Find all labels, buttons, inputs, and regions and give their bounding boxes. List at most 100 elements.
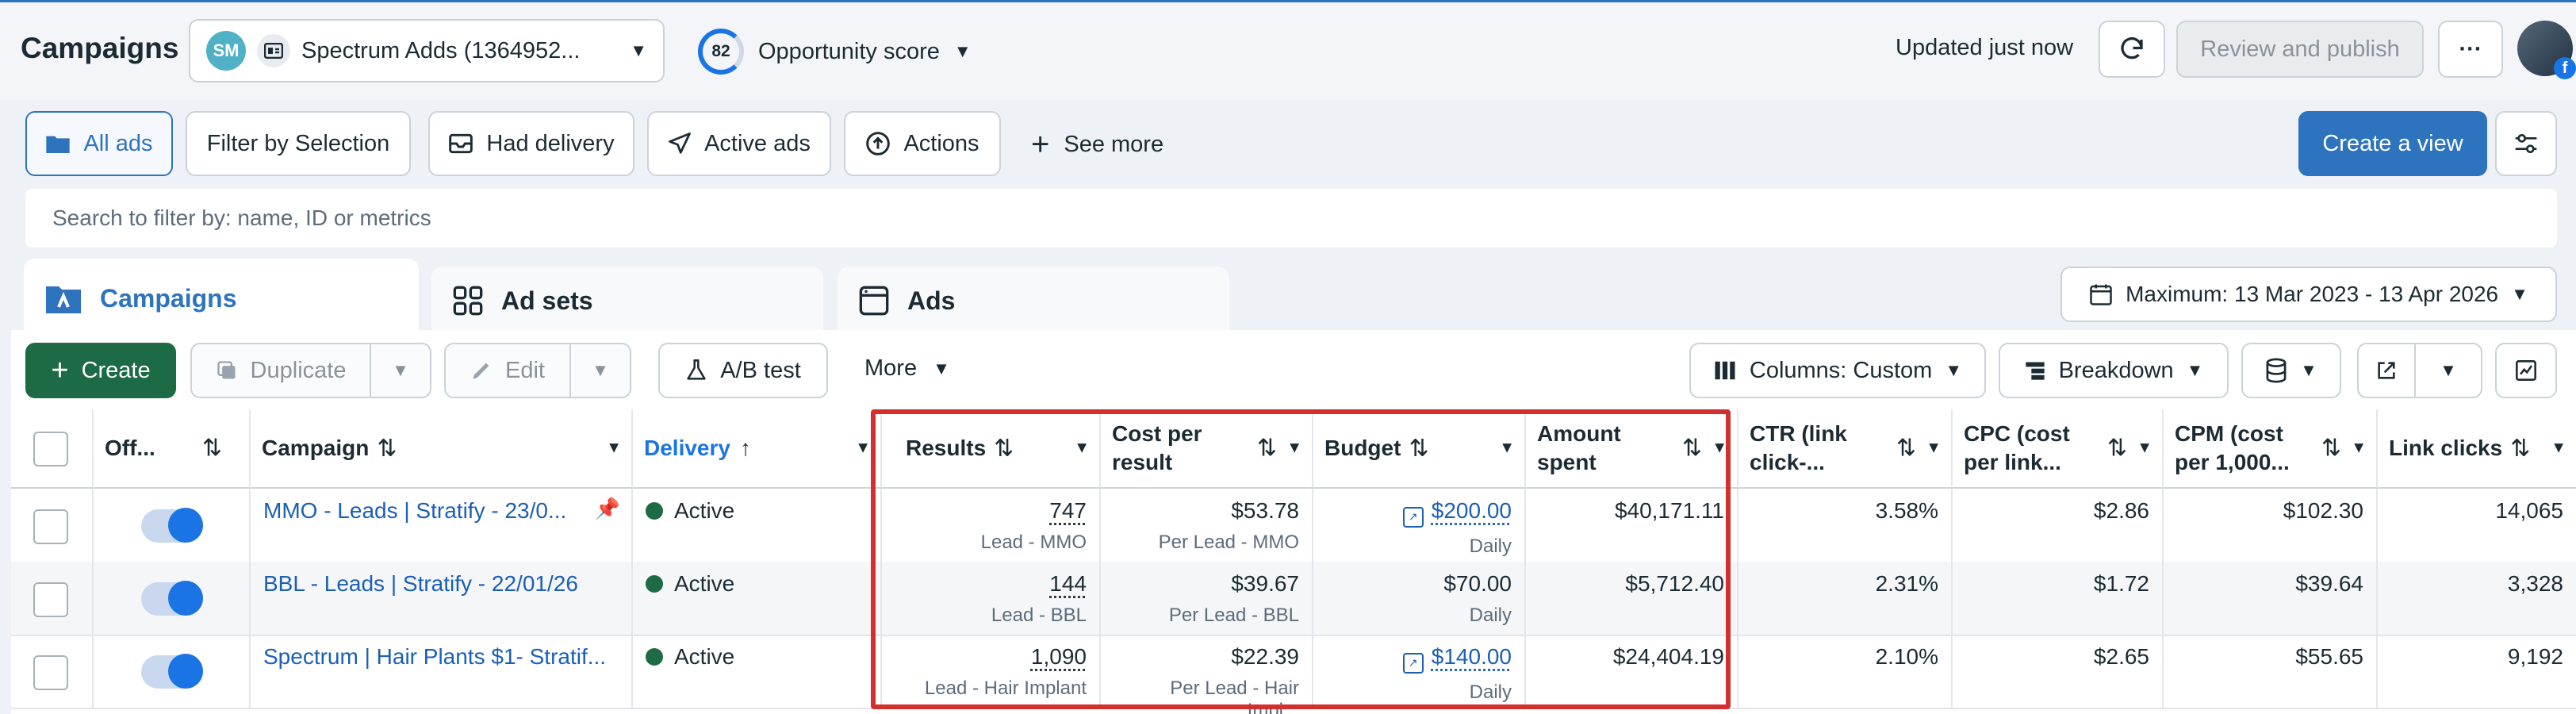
opportunity-label: Opportunity score <box>758 38 940 64</box>
sort-icon[interactable]: ⇅ <box>1409 435 1428 463</box>
filter-by-selection-button[interactable]: Filter by Selection <box>186 111 411 176</box>
column-header-budget[interactable]: Budget ⇅ ▼ <box>1313 409 1526 489</box>
select-all-header <box>11 409 94 489</box>
chevron-down-icon[interactable]: ▼ <box>1074 440 1090 458</box>
score-ring-icon: 82 <box>698 29 744 75</box>
pin-icon[interactable]: 📌 <box>595 497 620 521</box>
chevron-down-icon[interactable]: ▼ <box>855 440 871 458</box>
table-row[interactable]: BBL - Leads | Stratify - 22/01/26 Active… <box>11 562 2576 636</box>
delivery-cell: Active <box>633 562 882 635</box>
campaign-link[interactable]: Spectrum | Hair Plants $1- Stratif... <box>263 644 606 669</box>
budget-link[interactable]: $140.00 <box>1432 644 1512 669</box>
actions-filter[interactable]: Actions <box>844 111 1001 176</box>
opportunity-score[interactable]: 82 Opportunity score ▼ <box>698 24 983 79</box>
tab-campaigns[interactable]: Campaigns <box>24 259 419 338</box>
date-range-picker[interactable]: Maximum: 13 Mar 2023 - 13 Apr 2026 ▼ <box>2060 267 2557 322</box>
export-button[interactable] <box>2357 343 2416 398</box>
page-title: Campaigns <box>21 32 179 64</box>
columns-icon <box>1715 361 1735 380</box>
chevron-down-icon[interactable]: ▼ <box>2137 440 2152 458</box>
select-all-checkbox[interactable] <box>33 432 68 466</box>
sort-icon[interactable]: ⇅ <box>1682 435 1702 463</box>
row-select-cell <box>11 635 94 708</box>
chevron-down-icon[interactable]: ▼ <box>1712 440 1727 458</box>
pencil-icon <box>473 363 489 379</box>
sort-icon[interactable]: ⇅ <box>377 435 397 463</box>
more-menu-button[interactable]: More ▼ <box>864 355 950 382</box>
chevron-down-icon[interactable]: ▼ <box>2351 440 2367 458</box>
duplicate-button[interactable]: Duplicate <box>190 343 371 398</box>
more-options-button[interactable]: ··· <box>2438 21 2503 78</box>
profile-avatar[interactable]: f <box>2517 21 2576 79</box>
chevron-down-icon: ▼ <box>392 360 409 380</box>
column-header-delivery[interactable]: Delivery ↑ ▼ <box>633 409 882 489</box>
sort-icon[interactable]: ⇅ <box>1257 435 1277 463</box>
review-publish-button[interactable]: Review and publish <box>2176 21 2424 78</box>
all-ads-filter[interactable]: All ads <box>25 111 173 176</box>
chevron-down-icon[interactable]: ▼ <box>1926 440 1942 458</box>
chevron-down-icon[interactable]: ▼ <box>2551 440 2566 458</box>
account-selector[interactable]: SM Spectrum Adds (1364952... ▼ <box>189 19 665 83</box>
sort-icon[interactable]: ⇅ <box>2321 435 2341 463</box>
table-row[interactable]: Spectrum | Hair Plants $1- Stratif... Ac… <box>11 635 2576 714</box>
campaign-toggle[interactable] <box>141 508 203 543</box>
sort-icon[interactable]: ⇅ <box>2510 435 2530 463</box>
budget-link[interactable]: $200.00 <box>1432 498 1512 523</box>
create-view-button[interactable]: Create a view <box>2298 111 2487 176</box>
campaign-link[interactable]: MMO - Leads | Stratify - 23/0... <box>263 498 566 523</box>
sort-ascending-icon[interactable]: ↑ <box>740 436 751 461</box>
campaign-toggle[interactable] <box>141 654 203 689</box>
campaign-name-cell: BBL - Leads | Stratify - 22/01/26 <box>251 562 633 635</box>
duplicate-icon <box>217 361 236 379</box>
sort-icon[interactable]: ⇅ <box>1896 435 1916 463</box>
campaign-link[interactable]: BBL - Leads | Stratify - 22/01/26 <box>263 571 578 596</box>
breakdown-button[interactable]: Breakdown ▼ <box>1999 343 2229 398</box>
edit-dropdown[interactable]: ▼ <box>569 343 631 398</box>
column-header-cpc[interactable]: CPC (cost per link... ⇅ ▼ <box>1953 409 2164 489</box>
column-header-ctr[interactable]: CTR (link click-... ⇅ ▼ <box>1738 409 1953 489</box>
breakdown-icon <box>2025 362 2045 380</box>
tab-ads[interactable]: Ads <box>838 267 1229 335</box>
reports-button[interactable]: ▼ <box>2241 343 2341 398</box>
chevron-down-icon[interactable]: ▼ <box>606 440 622 458</box>
column-header-amount-spent[interactable]: Amount spent ⇅ ▼ <box>1526 409 1738 489</box>
see-more-button[interactable]: + See more <box>1031 127 1163 162</box>
column-header-cpm[interactable]: CPM (cost per 1,000... ⇅ ▼ <box>2164 409 2378 489</box>
had-delivery-filter[interactable]: Had delivery <box>428 111 634 176</box>
duplicate-dropdown[interactable]: ▼ <box>370 343 431 398</box>
chevron-down-icon[interactable]: ▼ <box>1286 440 1302 458</box>
view-charts-button[interactable] <box>2495 343 2557 398</box>
edit-button[interactable]: Edit <box>444 343 571 398</box>
chevron-down-icon[interactable]: ▼ <box>1499 440 1515 458</box>
column-header-campaign[interactable]: Campaign ⇅ ▼ <box>251 409 633 489</box>
column-header-results[interactable]: Results ⇅ ▼ <box>882 409 1101 489</box>
ab-test-button[interactable]: A/B test <box>658 343 828 398</box>
export-dropdown[interactable]: ▼ <box>2414 343 2482 398</box>
flask-icon <box>687 359 706 380</box>
results-cell: 747 Lead - MMO <box>882 489 1101 562</box>
search-input[interactable]: Search to filter by: name, ID or metrics <box>25 189 2557 248</box>
columns-button[interactable]: Columns: Custom ▼ <box>1689 343 1986 398</box>
column-header-link-clicks[interactable]: Link clicks ⇅ ▼ <box>2378 409 2576 489</box>
tab-ad-sets[interactable]: Ad sets <box>431 267 823 335</box>
cpc-cell: $2.86 <box>1953 489 2164 562</box>
active-dot-icon <box>646 502 663 520</box>
column-header-off[interactable]: Off... ⇅ <box>94 409 251 489</box>
sort-icon[interactable]: ⇅ <box>2107 435 2127 463</box>
table-row[interactable]: MMO - Leads | Stratify - 23/0... 📌 Activ… <box>11 489 2576 563</box>
campaign-toggle[interactable] <box>141 581 203 616</box>
row-checkbox[interactable] <box>33 582 68 617</box>
sort-icon[interactable]: ⇅ <box>202 435 222 463</box>
refresh-button[interactable] <box>2099 21 2165 78</box>
ctr-cell: 2.10% <box>1738 635 1953 708</box>
chevron-down-icon: ▼ <box>933 358 950 378</box>
active-ads-filter[interactable]: Active ads <box>647 111 831 176</box>
column-header-cost-per-result[interactable]: Cost per result ⇅ ▼ <box>1101 409 1313 489</box>
sort-icon[interactable]: ⇅ <box>994 435 1014 463</box>
view-settings-button[interactable] <box>2495 111 2557 176</box>
row-checkbox[interactable] <box>33 509 68 544</box>
create-button[interactable]: + Create <box>25 343 176 398</box>
row-checkbox[interactable] <box>33 655 68 690</box>
amount-spent-cell: $5,712.40 <box>1526 562 1738 635</box>
chevron-down-icon: ▼ <box>2440 360 2457 380</box>
